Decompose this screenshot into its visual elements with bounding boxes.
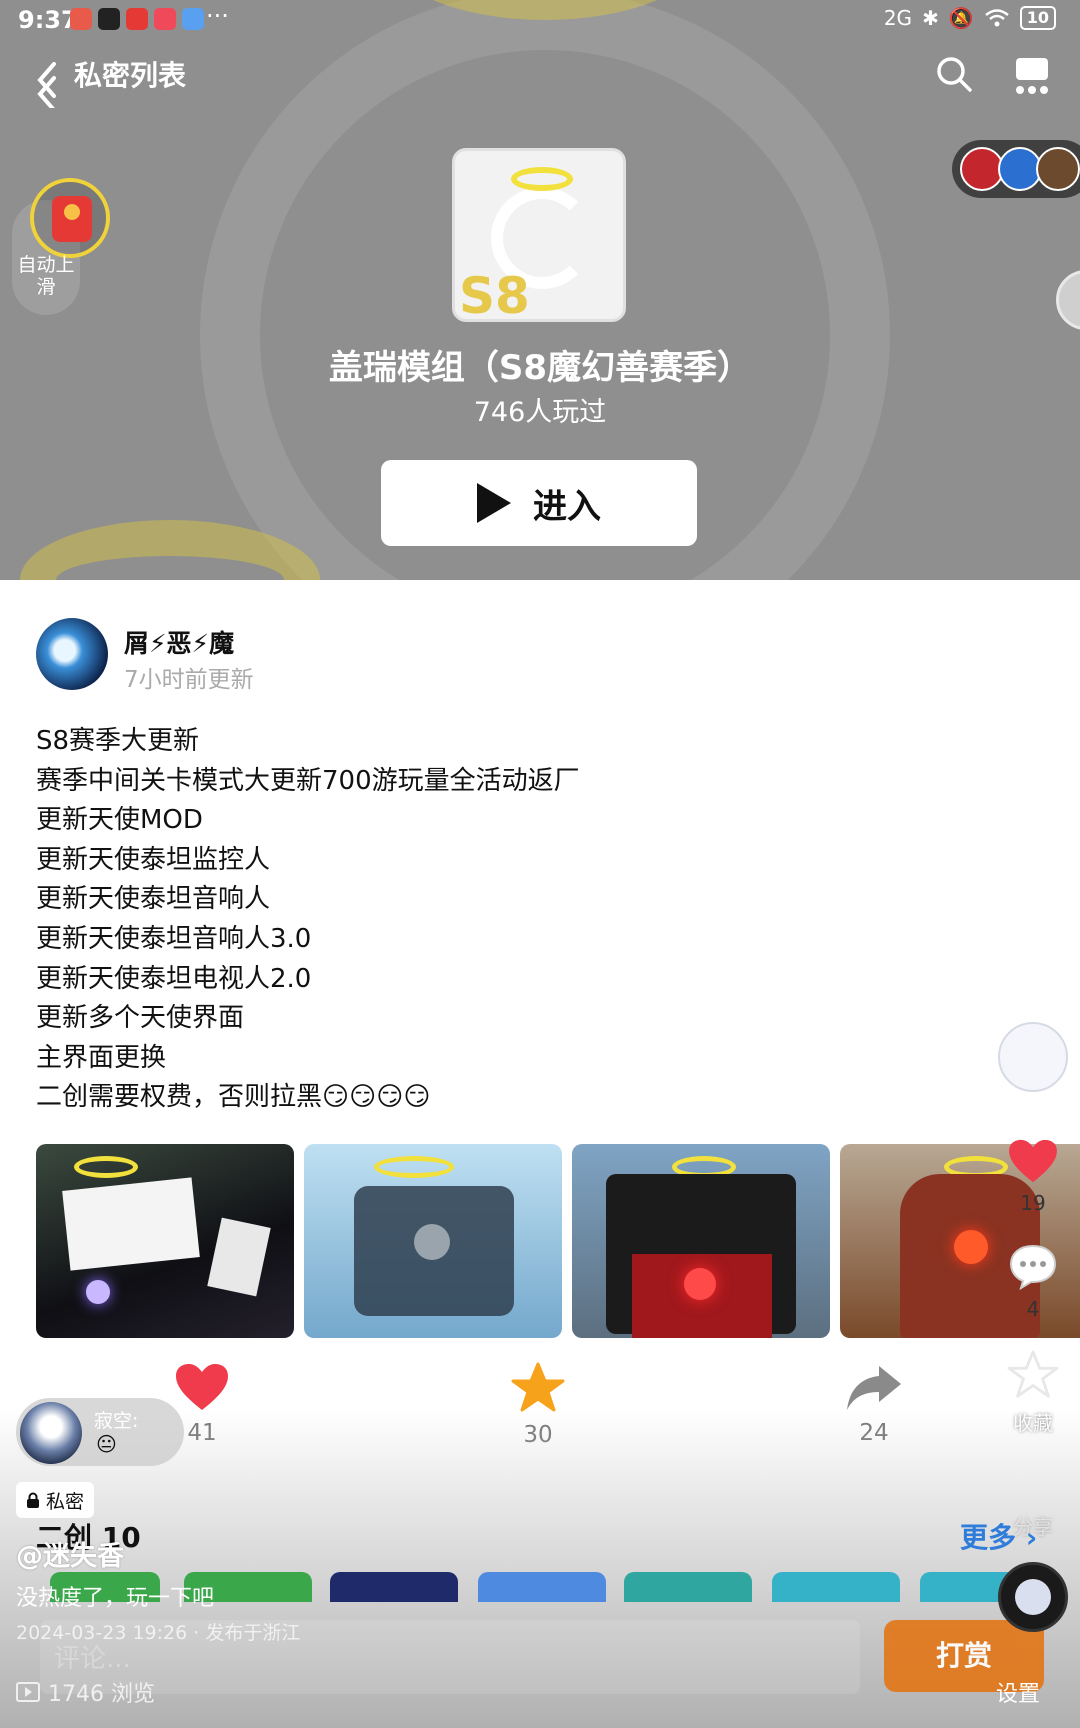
rail-comment-count: 4 — [1026, 1297, 1040, 1321]
post-line: 更新天使MOD — [36, 805, 203, 836]
tv-screen-figure — [207, 1217, 271, 1297]
uploader-name[interactable]: @迷失香 — [16, 1534, 124, 1573]
star-icon — [511, 1362, 565, 1412]
enter-game-button[interactable]: 进入 — [381, 460, 697, 546]
halo-icon — [74, 1156, 138, 1178]
speaker-cone — [414, 1224, 450, 1260]
post-line: 更新多个天使界面 — [36, 1003, 245, 1034]
enter-label: 进入 — [533, 486, 601, 527]
status-right: 2G ✱ 🔕 10 — [884, 6, 1056, 30]
network-label: 2G — [883, 6, 913, 30]
app-notification-icon — [70, 8, 92, 30]
comment-bubble-icon — [1009, 1244, 1057, 1291]
game-icon: S8 — [452, 148, 626, 322]
star-outline-icon — [1007, 1350, 1059, 1398]
bluetooth-icon: ✱ — [922, 6, 939, 30]
app-notification-icon — [154, 8, 176, 30]
search-icon[interactable] — [934, 54, 974, 94]
status-bar: 9:37 ··· 2G ✱ 🔕 10 — [0, 0, 1080, 40]
comment-placeholder: 评论... — [54, 1644, 131, 1674]
status-overflow: ··· — [206, 2, 229, 30]
comment-emoji: 😐 — [96, 1432, 117, 1456]
post-line: 更新天使泰坦电视人2.0 — [36, 963, 312, 994]
view-icon — [16, 1682, 40, 1702]
derivative-thumbnail[interactable] — [330, 1572, 458, 1602]
view-count: 1746 浏览 — [16, 1676, 155, 1708]
more-menu-icon[interactable] — [1010, 54, 1054, 98]
derivatives-more-link[interactable]: 更多 › — [960, 1516, 1037, 1556]
derivative-thumbnail[interactable] — [478, 1572, 606, 1602]
heart-icon — [1009, 1139, 1057, 1183]
battery-indicator: 10 — [1019, 6, 1056, 30]
derivative-thumbnail[interactable] — [772, 1572, 900, 1602]
post-line: 二创需要权费，否则拉黑😏😏😏😏 — [36, 1082, 431, 1113]
private-badge: 私密 — [16, 1482, 95, 1518]
play-icon — [477, 483, 511, 523]
glow-orb — [684, 1268, 716, 1300]
nav-bar: 私密列表 — [0, 44, 1080, 124]
game-title: 盖瑞模组（S8魔幻善赛季） — [328, 348, 752, 388]
update-time: 7小时前更新 — [124, 667, 254, 693]
app-notification-icon — [182, 8, 204, 30]
halo-icon — [511, 167, 573, 191]
rail-like-button[interactable]: 19 — [996, 1138, 1070, 1215]
post-description: S8赛季大更新 赛季中间关卡模式大更新700游玩量全活动返厂 更新天使MOD 更… — [36, 722, 580, 1118]
derivative-thumbnail[interactable] — [624, 1572, 752, 1602]
author-avatar[interactable] — [36, 618, 108, 690]
screenshot-thumbnail[interactable] — [572, 1144, 830, 1338]
more-link-label: 更多 — [960, 1521, 1017, 1554]
settings-label[interactable]: 设置 — [996, 1676, 1040, 1708]
edge-avatar[interactable] — [1056, 270, 1080, 330]
auto-slide-label: 自动上滑 — [17, 254, 75, 298]
screenshot-gallery — [36, 1144, 1080, 1338]
notification-icons — [70, 8, 204, 30]
post-line: 更新天使泰坦监控人 — [36, 844, 271, 875]
commenter-avatar — [20, 1402, 82, 1464]
game-icon-label: S8 — [459, 267, 530, 322]
app-notification-icon — [126, 8, 148, 30]
status-time: 9:37 — [18, 6, 78, 34]
rail-comment-button[interactable]: 4 — [996, 1242, 1070, 1321]
game-banner: 9:37 ··· 2G ✱ 🔕 10 私密列表 自动上滑 S8 盖瑞模组（S8魔… — [0, 0, 1080, 580]
glow-orb — [86, 1280, 110, 1304]
screenshot-thumbnail[interactable] — [36, 1144, 294, 1338]
creator-avatar[interactable] — [998, 1022, 1068, 1092]
heart-icon — [176, 1364, 228, 1410]
post-caption: 没热度了，玩一下吧 — [16, 1586, 215, 1611]
back-arrow-icon[interactable] — [30, 58, 70, 108]
screenshot-thumbnail[interactable] — [304, 1144, 562, 1338]
glow-orb — [954, 1230, 988, 1264]
post-line: 主界面更换 — [36, 1042, 167, 1073]
post-line: 更新天使泰坦音响人 — [36, 884, 271, 915]
music-disc-icon[interactable] — [998, 1562, 1068, 1632]
rail-like-count: 19 — [1020, 1191, 1046, 1215]
wifi-icon — [984, 9, 1009, 27]
post-line: S8赛季大更新 — [36, 726, 200, 756]
tv-screen-figure — [62, 1177, 200, 1271]
share-arrow-icon — [847, 1366, 901, 1410]
halo-icon — [374, 1156, 454, 1178]
mute-icon: 🔕 — [948, 6, 974, 30]
lock-icon — [27, 1492, 39, 1508]
view-count-label: 1746 浏览 — [48, 1682, 155, 1707]
viewer-avatar — [1036, 147, 1080, 191]
play-count: 746人玩过 — [473, 397, 607, 428]
live-viewers-avatars[interactable] — [952, 140, 1080, 198]
comment-input[interactable]: 评论... — [40, 1620, 860, 1694]
red-packet-icon[interactable] — [30, 178, 110, 258]
qq-icon — [98, 8, 120, 30]
page-title: 私密列表 — [74, 59, 187, 92]
private-label: 私密 — [46, 1490, 85, 1513]
floating-comment[interactable]: 寂空: 😐 — [16, 1398, 184, 1466]
commenter-name: 寂空: — [94, 1410, 139, 1432]
post-line: 更新天使泰坦音响人3.0 — [36, 923, 312, 954]
author-name[interactable]: 屑⚡恶⚡魔 — [124, 624, 234, 660]
post-line: 赛季中间关卡模式大更新700游玩量全活动返厂 — [36, 765, 580, 796]
